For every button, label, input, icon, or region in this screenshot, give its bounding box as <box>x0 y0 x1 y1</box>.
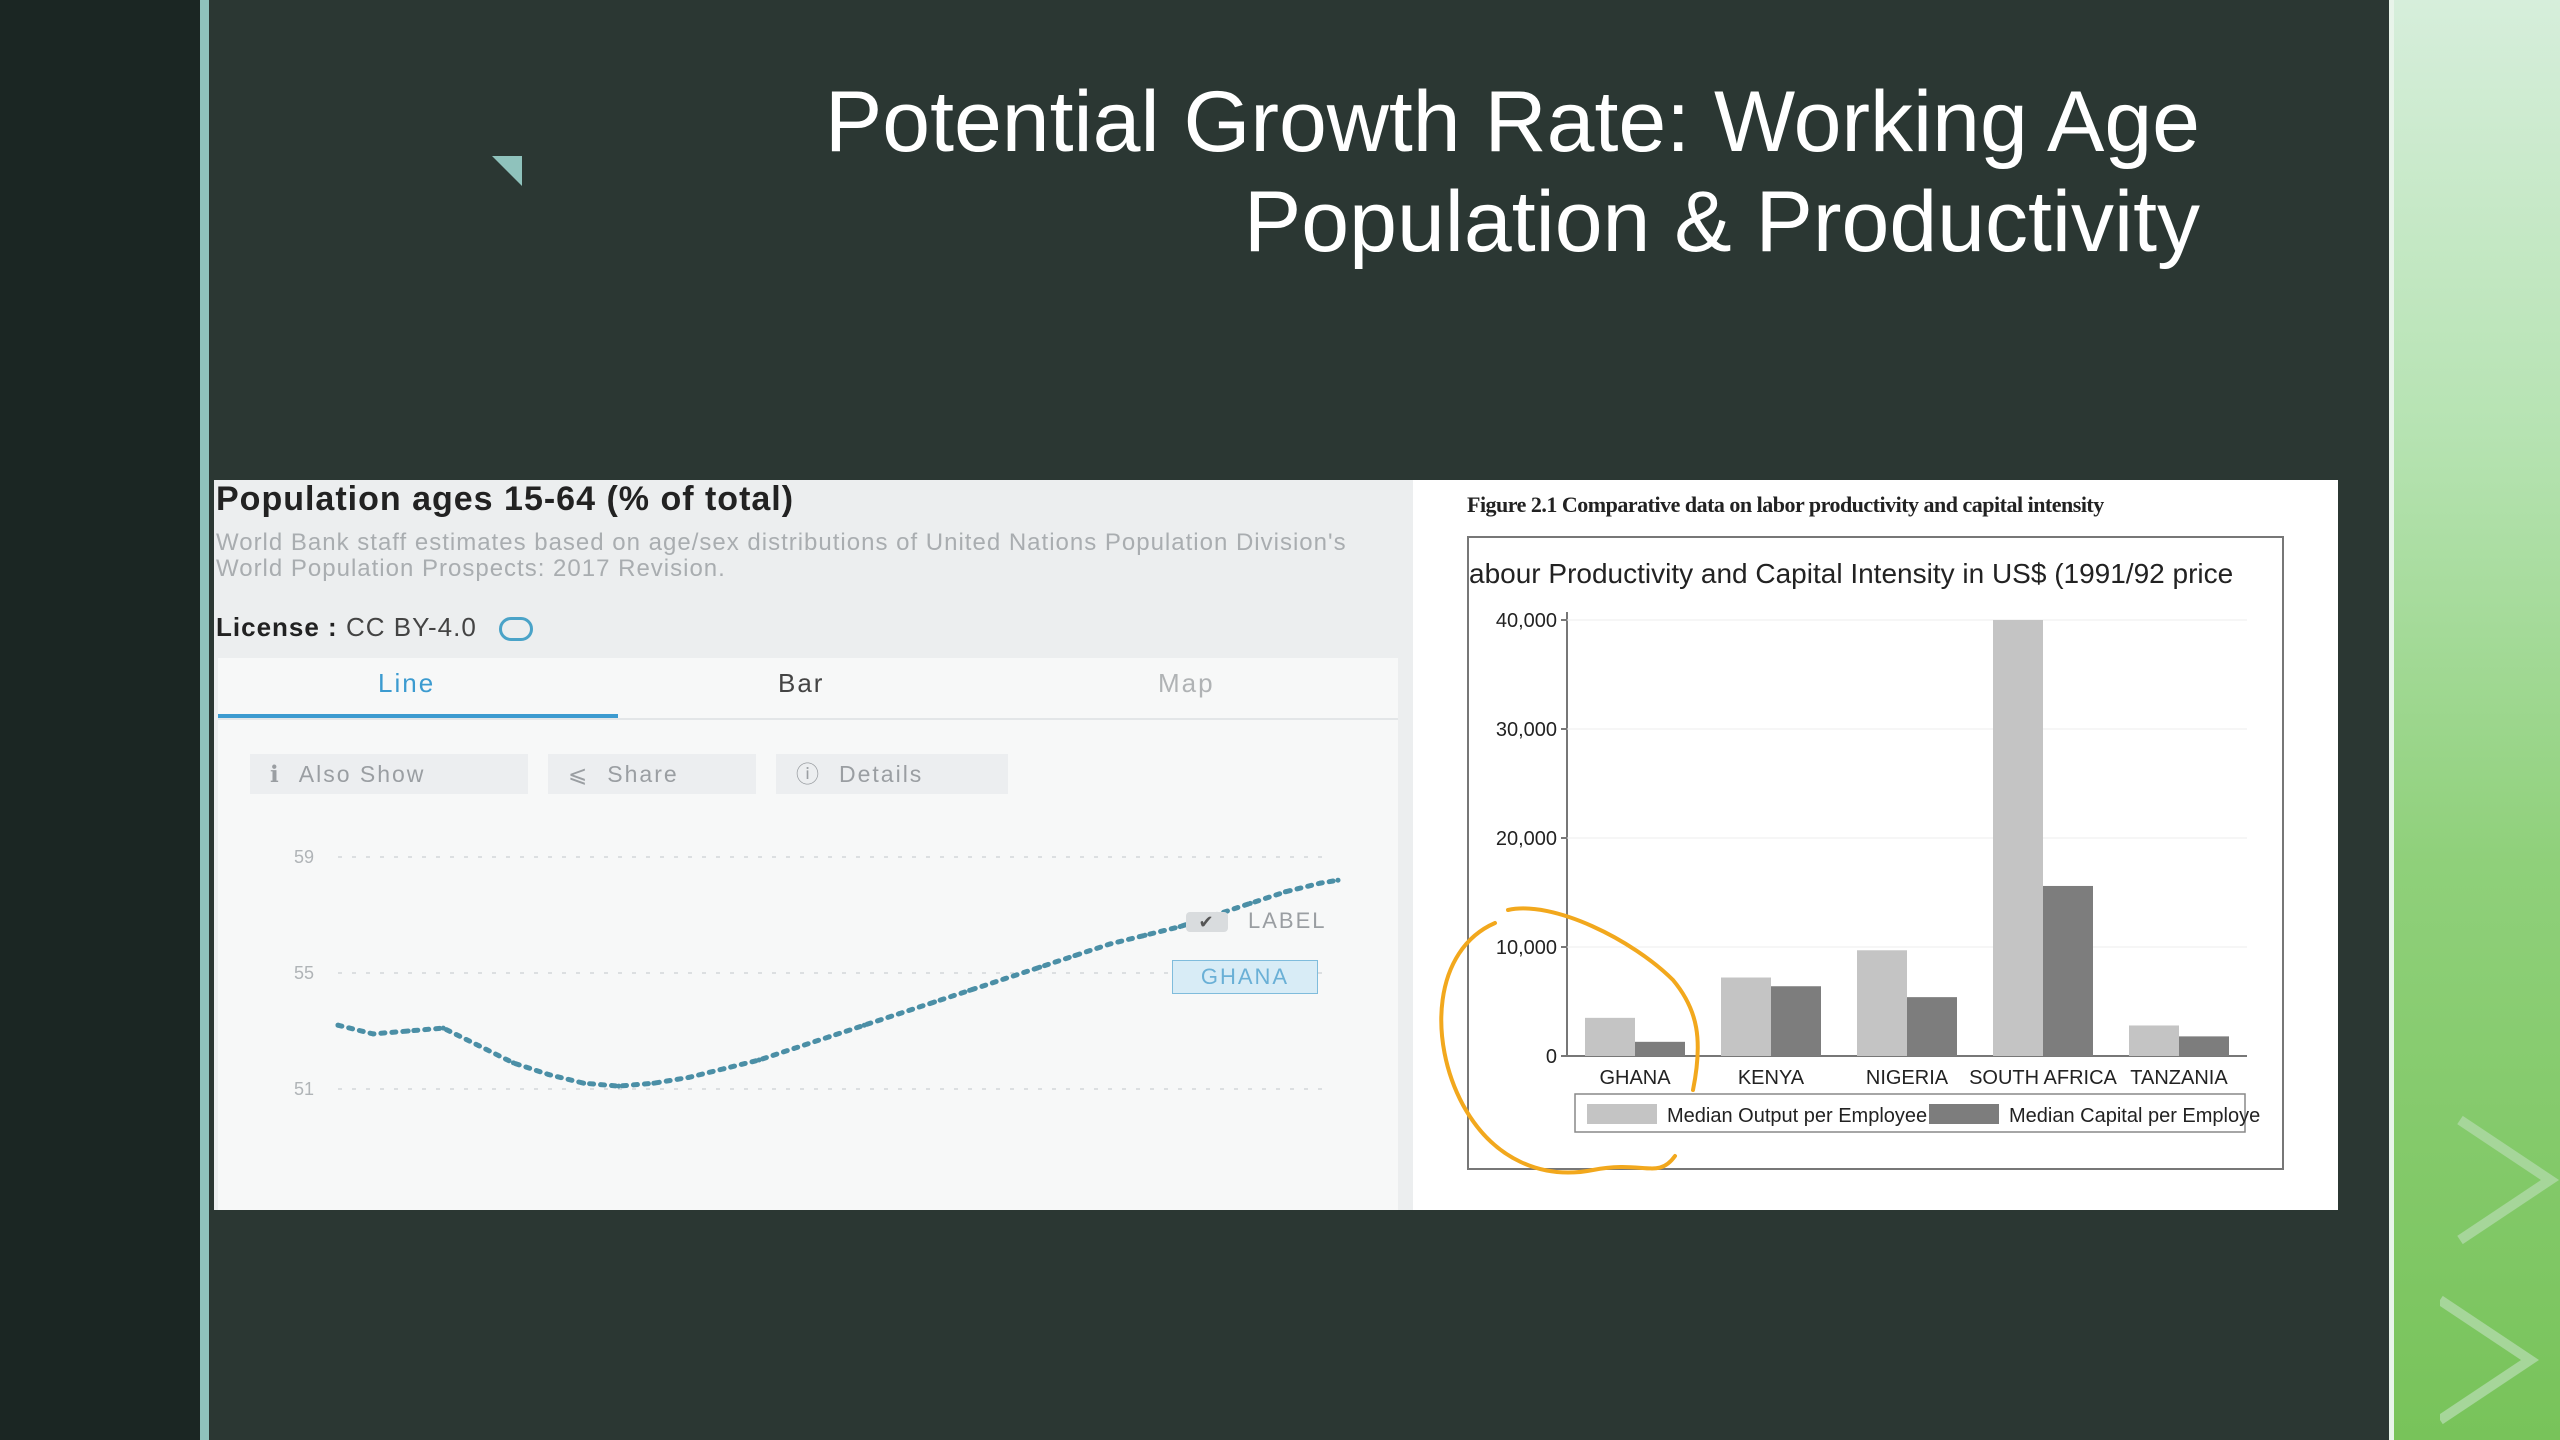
y-tick-label: 30,000 <box>1496 719 1557 741</box>
info-icon[interactable] <box>499 617 534 642</box>
indicator-description: World Bank staff estimates based on age/… <box>216 529 1347 582</box>
details-button[interactable]: ⓘ Details <box>776 754 1008 794</box>
data-point <box>370 1031 376 1037</box>
legend-swatch <box>1587 1104 1657 1124</box>
y-tick-label: 59 <box>294 847 314 867</box>
data-point <box>1247 900 1253 906</box>
bar <box>1907 997 1957 1056</box>
data-point <box>1072 953 1078 959</box>
data-point <box>616 1083 622 1089</box>
bar <box>2043 885 2093 1056</box>
y-tick-label: 55 <box>294 963 314 983</box>
y-tick-label: 51 <box>294 1079 314 1099</box>
data-point <box>475 1043 481 1048</box>
active-tab-indicator <box>218 714 618 718</box>
license-label: License : <box>216 612 338 642</box>
label-toggle-text: LABEL <box>1248 908 1327 933</box>
bar <box>1993 620 2043 1056</box>
also-show-label: Also Show <box>298 761 426 787</box>
label-toggle[interactable]: ✔ LABEL <box>1186 908 1327 934</box>
share-icon: ⩽ <box>568 761 590 787</box>
slide-title: Potential Growth Rate: Working Age Popul… <box>600 72 2200 272</box>
data-point <box>440 1025 446 1031</box>
y-tick-label: 40,000 <box>1496 610 1557 632</box>
bar <box>1635 1041 1685 1056</box>
right-rule <box>2389 0 2394 1440</box>
data-point <box>861 1022 867 1028</box>
data-point <box>1107 941 1113 947</box>
tab-bar[interactable]: Bar <box>778 668 824 699</box>
x-tick-label: TANZANIA <box>2130 1067 2228 1089</box>
data-point <box>1142 932 1148 938</box>
data-point <box>1335 877 1341 883</box>
data-point <box>791 1045 797 1051</box>
license-line: License : CC BY-4.0 <box>216 612 534 643</box>
bar <box>1857 950 1907 1056</box>
legend-swatch <box>1929 1104 1999 1124</box>
bar <box>1585 1017 1635 1056</box>
y-tick-label: 20,000 <box>1496 828 1557 850</box>
chart-card: Line Bar Map ℹ Also Show ⩽ Share ⓘ Details … <box>218 658 1398 1210</box>
chevron-decoration-icon <box>2440 1115 2560 1425</box>
data-point <box>581 1080 587 1086</box>
bar <box>1771 986 1821 1056</box>
data-point <box>651 1080 657 1086</box>
x-tick-label: NIGERIA <box>1866 1067 1949 1089</box>
bar <box>2129 1025 2179 1056</box>
x-tick-label: GHANA <box>1599 1067 1671 1089</box>
figure-frame: abour Productivity and Capital Intensity… <box>1467 536 2284 1170</box>
tab-line[interactable]: Line <box>378 668 435 699</box>
data-point <box>1317 880 1323 886</box>
share-label: Share <box>607 761 679 787</box>
data-point <box>896 1011 902 1017</box>
left-band <box>0 0 200 1440</box>
also-show-icon: ℹ <box>270 761 281 787</box>
indicator-title: Population ages 15-64 (% of total) <box>216 480 795 518</box>
data-point <box>405 1028 411 1034</box>
data-point <box>931 999 937 1005</box>
chart-tabs: Line Bar Map <box>218 658 1398 720</box>
worldbank-screenshot: Population ages 15-64 (% of total) World… <box>214 480 1413 1210</box>
x-tick-label: KENYA <box>1738 1067 1805 1089</box>
bar <box>2179 1036 2229 1056</box>
data-point <box>967 987 973 993</box>
data-point <box>510 1060 516 1066</box>
triangle-bullet-icon <box>492 156 522 186</box>
y-tick-label: 0 <box>1546 1046 1557 1068</box>
title-line-2: Population & Productivity <box>1243 174 2200 270</box>
data-point <box>826 1034 832 1040</box>
checkbox-icon[interactable]: ✔ <box>1186 912 1228 933</box>
tab-map[interactable]: Map <box>1158 668 1215 699</box>
legend-label: Median Output per Employee <box>1667 1105 1927 1127</box>
x-tick-label: SOUTH AFRICA <box>1969 1067 2117 1089</box>
bar <box>1721 977 1771 1056</box>
figure-caption: Figure 2.1 Comparative data on labor pro… <box>1467 492 2104 517</box>
data-point <box>756 1057 762 1063</box>
data-point <box>1177 924 1183 930</box>
details-label: Details <box>839 761 924 787</box>
share-button[interactable]: ⩽ Share <box>548 754 756 794</box>
also-show-button[interactable]: ℹ Also Show <box>250 754 528 794</box>
data-point <box>546 1072 552 1077</box>
left-accent-rule <box>200 0 209 1440</box>
data-point <box>1002 976 1008 982</box>
data-point <box>1282 889 1288 895</box>
license-value: CC BY-4.0 <box>345 612 477 642</box>
data-point <box>686 1074 692 1080</box>
data-point <box>335 1022 341 1028</box>
legend-label: Median Capital per Employe <box>2009 1105 2260 1127</box>
details-icon: ⓘ <box>796 761 821 787</box>
y-tick-label: 10,000 <box>1496 937 1557 959</box>
productivity-bar-chart: 0 10,000 20,000 30,000 40,000 GHANA KENYA NIGER… <box>1496 610 2260 1133</box>
figure-screenshot: Figure 2.1 Comparative data on labor pro… <box>1413 480 2338 1210</box>
data-point <box>721 1066 727 1072</box>
data-point <box>1037 964 1043 970</box>
series-label-ghana: GHANA <box>1172 960 1318 994</box>
title-line-1: Potential Growth Rate: Working Age <box>824 74 2200 170</box>
